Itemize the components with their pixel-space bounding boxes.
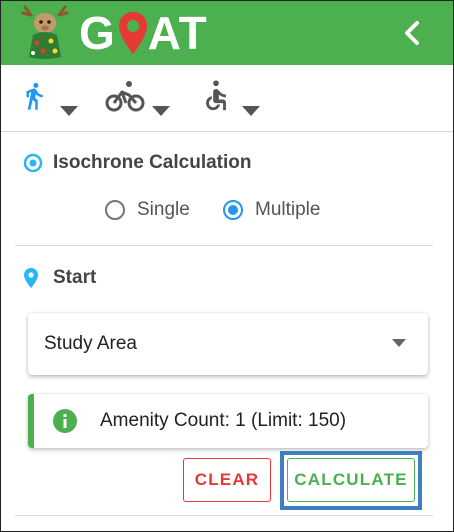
travel-mode-wheelchair[interactable] [199,79,265,119]
location-pin-logo-icon [118,12,147,54]
clear-button[interactable]: CLEAR [183,458,271,502]
study-area-select[interactable]: Study Area [28,313,428,375]
radio-multiple-label: Multiple [255,199,321,220]
caret-down-icon [152,106,170,116]
travel-mode-bar [1,65,453,132]
bicycle-icon [105,81,145,112]
section-divider [15,245,433,246]
location-pin-icon [24,268,38,288]
wheelchair-icon [206,80,226,111]
bottom-divider [15,515,433,516]
radio-single-label: Single [137,199,190,220]
brand-text-right: AT [147,7,208,59]
radio-multiple-indicator[interactable] [223,200,243,220]
info-icon [53,409,77,433]
goat-mascot-logo [21,5,69,59]
brand-text-left: G [79,7,116,59]
isochrone-section-title: Isochrone Calculation [53,152,252,173]
start-section-title: Start [53,267,97,288]
app-title: G AT [79,7,208,59]
amenity-count-text: Amenity Count: 1 (Limit: 150) [100,410,347,431]
app-header: G AT [1,1,453,65]
chevron-left-icon[interactable] [399,19,427,47]
amenity-count-alert: Amenity Count: 1 (Limit: 150) [28,394,428,448]
walk-icon [26,82,43,110]
target-icon [23,153,43,173]
dropdown-arrow-icon[interactable] [392,339,406,347]
app-panel: G AT Isochrone Calculation Single Multip… [0,0,454,532]
radio-single-indicator[interactable] [105,200,125,220]
calculate-button[interactable]: CALCULATE [287,458,415,502]
radio-single[interactable]: Single [105,199,190,221]
select-value: Study Area [44,333,137,354]
travel-mode-walking[interactable] [19,79,81,119]
radio-multiple[interactable]: Multiple [223,199,320,221]
caret-down-icon [242,106,260,116]
caret-down-icon [60,106,78,116]
travel-mode-bicycle[interactable] [105,79,175,119]
